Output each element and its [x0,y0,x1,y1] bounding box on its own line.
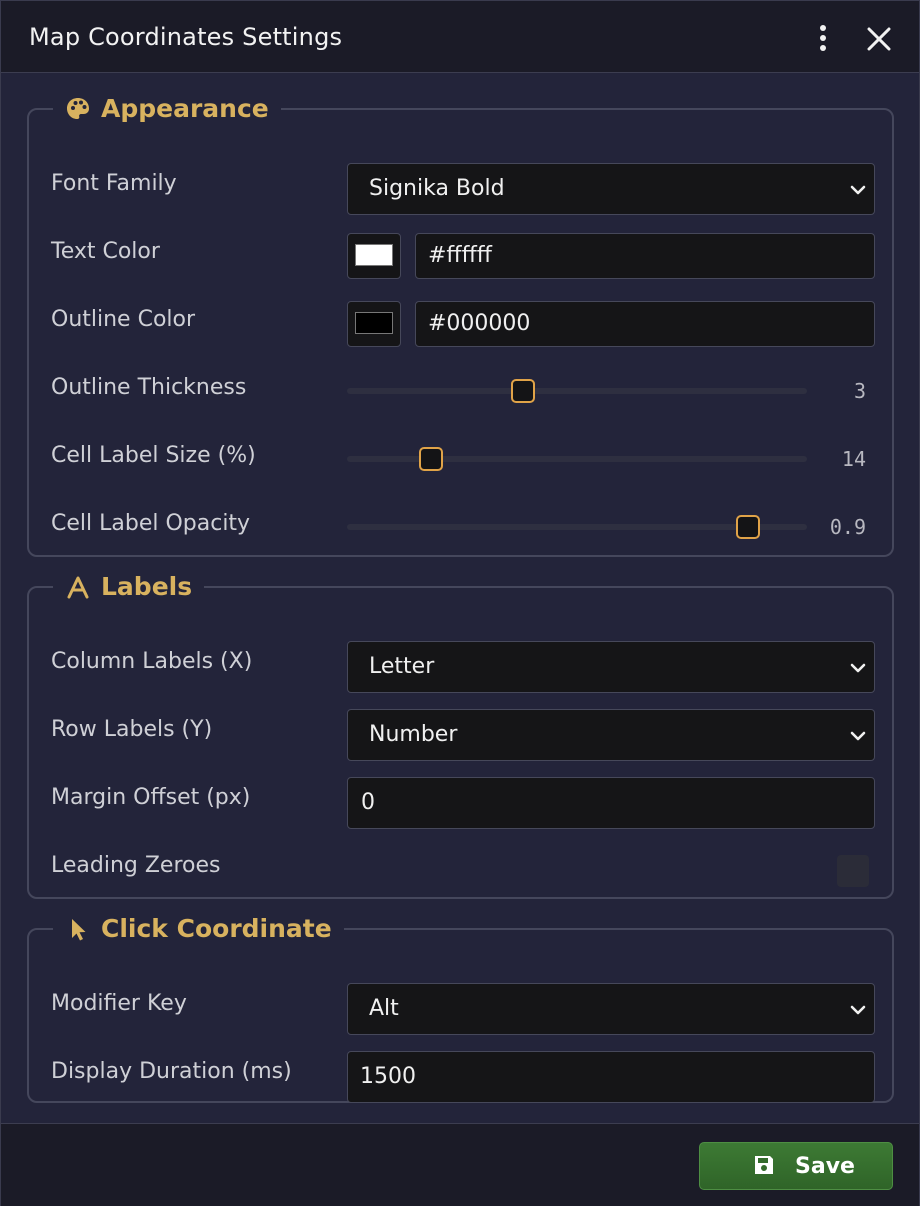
font-family-value: Signika Bold [369,176,505,201]
cell-label-opacity-slider[interactable] [347,514,807,540]
row-labels-label: Row Labels (Y) [51,717,213,742]
save-button-label: Save [795,1154,855,1179]
slider-track [347,456,807,462]
slider-thumb[interactable] [418,447,443,471]
outline-thickness-value: 3 [853,379,866,403]
display-duration-value: 1500 [360,1064,416,1089]
dialog-footer: Save [1,1123,919,1206]
outline-color-swatch[interactable] [347,301,401,347]
cell-label-size-label: Cell Label Size (%) [51,443,256,468]
slider-track [347,388,807,394]
palette-icon [63,94,93,124]
margin-offset-value: 0 [361,790,375,815]
cell-label-opacity-label: Cell Label Opacity [51,511,251,536]
outline-color-input[interactable]: #000000 [415,301,875,347]
letter-a-icon [63,572,93,602]
cursor-pointer-icon [63,914,93,944]
font-family-label: Font Family [51,171,177,196]
labels-legend-text: Labels [101,572,193,601]
slider-thumb[interactable] [736,515,761,539]
row-labels-value: Number [369,722,458,747]
close-icon [867,27,891,51]
text-color-label: Text Color [51,239,160,264]
appearance-legend-text: Appearance [101,94,269,123]
click-coordinate-legend: Click Coordinate [53,911,344,947]
modifier-key-select[interactable]: Alt [347,983,875,1035]
text-color-preview [355,244,393,266]
text-color-swatch[interactable] [347,233,401,279]
save-button[interactable]: Save [699,1142,893,1190]
dialog-title: Map Coordinates Settings [29,23,343,51]
modifier-key-label: Modifier Key [51,991,187,1016]
margin-offset-input[interactable]: 0 [347,777,875,829]
leading-zeroes-checkbox[interactable] [837,855,869,887]
title-bar: Map Coordinates Settings [1,1,919,73]
text-color-value: #ffffff [428,243,492,268]
text-color-input[interactable]: #ffffff [415,233,875,279]
floppy-disk-icon [755,1156,773,1174]
click-coordinate-section: Click Coordinate Modifier Key Alt Displa… [27,911,894,1103]
cell-label-size-slider[interactable] [347,446,807,472]
cell-label-size-value: 14 [841,447,866,471]
column-labels-value: Letter [369,654,435,679]
outline-thickness-label: Outline Thickness [51,375,247,400]
chevron-down-icon [850,663,866,673]
margin-offset-label: Margin Offset (px) [51,785,251,810]
modifier-key-value: Alt [369,996,399,1021]
slider-thumb[interactable] [510,379,535,403]
display-duration-label: Display Duration (ms) [51,1059,292,1084]
font-family-select[interactable]: Signika Bold [347,163,875,215]
leading-zeroes-label: Leading Zeroes [51,853,221,878]
outline-thickness-slider[interactable] [347,378,807,404]
outline-color-label: Outline Color [51,307,196,332]
click-coordinate-legend-text: Click Coordinate [101,914,332,943]
cell-label-opacity-value: 0.9 [829,515,866,539]
row-labels-select[interactable]: Number [347,709,875,761]
outline-color-value: #000000 [428,311,531,336]
appearance-legend: Appearance [53,91,281,127]
chevron-down-icon [850,731,866,741]
outline-color-preview [355,312,393,334]
labels-section: Labels Column Labels (X) Letter Row Labe… [27,569,894,899]
appearance-section: Appearance Font Family Signika Bold Text… [27,91,894,557]
vertical-ellipsis-icon [820,25,826,51]
more-options-button[interactable] [809,21,837,55]
chevron-down-icon [850,185,866,195]
settings-dialog: Map Coordinates Settings Appearance Font… [0,0,920,1206]
column-labels-select[interactable]: Letter [347,641,875,693]
close-button[interactable] [861,21,897,57]
chevron-down-icon [850,1005,866,1015]
display-duration-input[interactable]: 1500 [347,1051,875,1103]
column-labels-label: Column Labels (X) [51,649,253,674]
labels-legend: Labels [53,569,204,605]
